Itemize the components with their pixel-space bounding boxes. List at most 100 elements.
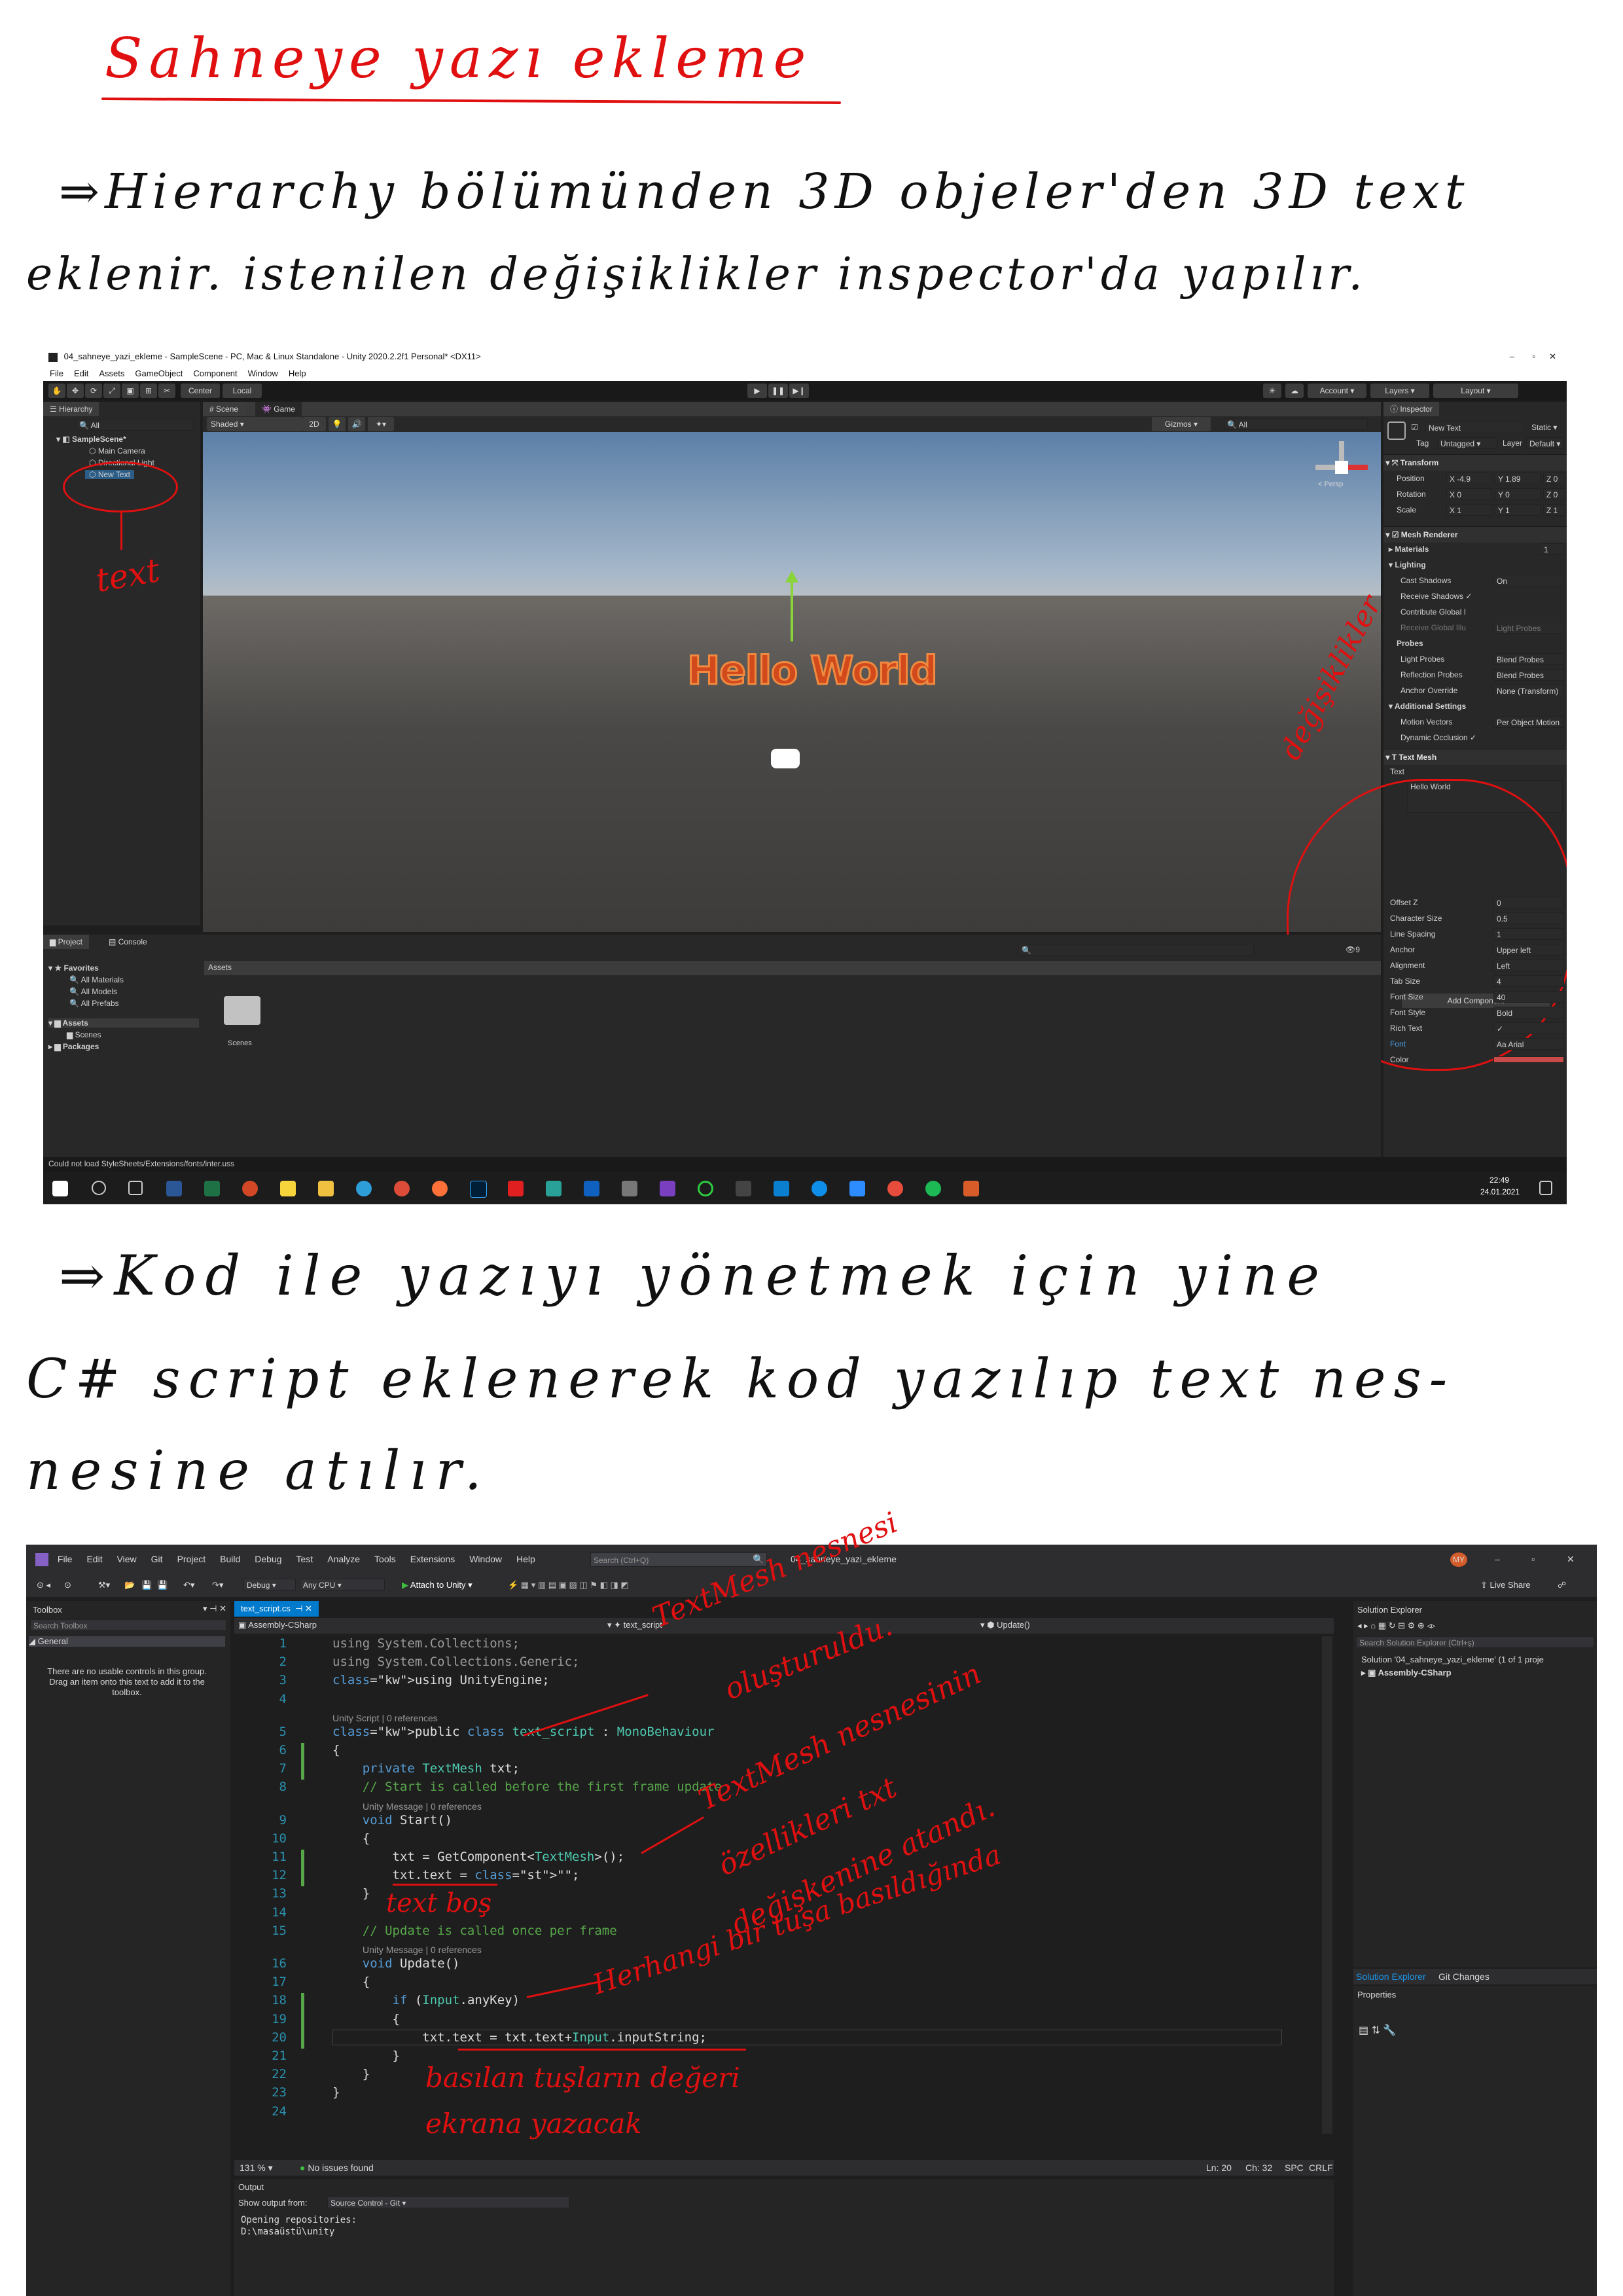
issues-indicator[interactable]: ● No issues found — [300, 2160, 374, 2176]
vs-menu-item[interactable]: Help — [516, 1554, 535, 1564]
tab-game[interactable]: 👾 Game — [255, 402, 302, 416]
receive-gi-dropdown[interactable]: Light Probes — [1493, 622, 1564, 634]
menu-edit[interactable]: Edit — [74, 368, 88, 378]
vs-search-box[interactable]: Search (Ctrl+Q) — [590, 1552, 767, 1567]
zoom-icon[interactable] — [849, 1181, 865, 1196]
scene-search[interactable]: 🔍 All — [1224, 418, 1368, 430]
indent-mode[interactable]: SPC — [1285, 2160, 1304, 2176]
layer-dropdown[interactable]: Default ▾ — [1526, 437, 1564, 449]
code-lens-hint[interactable]: Unity Message | 0 references — [363, 1945, 482, 1955]
code-line[interactable]: class="kw">public class text_script : Mo… — [332, 1725, 714, 1739]
maximize-button[interactable]: ▫ — [1532, 347, 1535, 367]
code-line[interactable]: using System.Collections; — [332, 1636, 520, 1651]
toolbox-pin-icon[interactable]: ▾ ⊣ ✕ — [203, 1604, 226, 1614]
menu-window[interactable]: Window — [248, 368, 278, 378]
close-button[interactable]: ✕ — [1549, 347, 1556, 367]
text-mesh-value[interactable]: Bold — [1493, 1007, 1564, 1018]
transform-tool-button[interactable]: ⊞ — [140, 384, 157, 398]
menu-assets[interactable]: Assets — [99, 368, 124, 378]
code-line[interactable]: txt.text = txt.text+Input.inputString; — [332, 2029, 1282, 2045]
file-explorer-icon[interactable] — [318, 1181, 334, 1196]
tab-solution-explorer[interactable]: Solution Explorer — [1356, 1971, 1426, 1982]
project-fav-item[interactable]: 🔍 All Models — [69, 987, 117, 996]
tab-project[interactable]: ▆ Project — [43, 935, 89, 949]
code-line[interactable]: { — [332, 1975, 370, 1989]
open-icon[interactable]: 📂 — [124, 1573, 135, 1597]
platform-dropdown[interactable]: Any CPU ▾ — [300, 1579, 385, 1590]
nav-class[interactable]: ▾ ✦ text_script — [607, 1620, 662, 1630]
project-search[interactable]: 🔍 — [1018, 944, 1254, 956]
tools-app-icon[interactable] — [622, 1181, 637, 1196]
vs-menu-item[interactable]: Tools — [374, 1554, 396, 1564]
code-line[interactable]: // Start is called before the first fram… — [332, 1780, 722, 1794]
spotify-icon[interactable] — [925, 1181, 941, 1196]
shading-dropdown[interactable]: Shaded ▾ — [207, 417, 302, 431]
search-icon[interactable] — [92, 1181, 106, 1195]
vs-minimize-button[interactable]: – — [1495, 1545, 1500, 1573]
word-icon[interactable] — [166, 1181, 182, 1196]
text-mesh-header[interactable]: ▾ T Text Mesh — [1383, 749, 1567, 765]
attach-unity-button[interactable]: ▶ Attach to Unity ▾ — [402, 1573, 473, 1597]
position-y[interactable]: Y 1.89 — [1495, 473, 1541, 484]
vs-menu-item[interactable]: Build — [220, 1554, 240, 1564]
text-mesh-value[interactable]: 1 — [1493, 928, 1564, 940]
rotate-tool-button[interactable]: ⟳ — [85, 384, 102, 398]
menu-help[interactable]: Help — [289, 368, 306, 378]
vs-menu-item[interactable]: View — [117, 1554, 137, 1564]
light-probes-dropdown[interactable]: Blend Probes — [1493, 653, 1564, 665]
pause-button[interactable]: ❚❚ — [768, 384, 788, 398]
photoshop-icon[interactable] — [470, 1181, 487, 1198]
tab-scene[interactable]: # Scene — [203, 402, 245, 416]
sticky-notes-icon[interactable] — [280, 1181, 296, 1196]
output-source-dropdown[interactable]: Source Control - Git ▾ — [327, 2197, 569, 2208]
menu-gameobject[interactable]: GameObject — [135, 368, 183, 378]
sourcetree-icon[interactable] — [774, 1181, 789, 1196]
text-mesh-value[interactable]: Left — [1493, 960, 1564, 971]
code-line[interactable]: private TextMesh txt; — [332, 1761, 520, 1776]
app-3-icon[interactable] — [546, 1181, 562, 1196]
vs-close-button[interactable]: ✕ — [1567, 1545, 1575, 1573]
mode-2d-button[interactable]: 2D — [302, 417, 326, 431]
vs-maximize-button[interactable]: ▫ — [1531, 1545, 1535, 1573]
text-mesh-value[interactable]: 0 — [1493, 897, 1564, 908]
code-lens-hint[interactable]: Unity Message | 0 references — [363, 1801, 482, 1812]
vs-menu-item[interactable]: Test — [296, 1554, 313, 1564]
code-line[interactable]: void Update() — [332, 1956, 460, 1971]
code-line[interactable]: // Update is called once per frame — [332, 1924, 617, 1938]
unity-taskbar-icon[interactable] — [736, 1181, 751, 1196]
position-z[interactable]: Z 0 — [1543, 473, 1565, 484]
vs-menu-item[interactable]: Analyze — [327, 1554, 360, 1564]
circle-app-icon[interactable] — [698, 1181, 713, 1196]
hierarchy-scene[interactable]: ▾ ◧ SampleScene* — [56, 435, 126, 444]
text-mesh-value[interactable]: 40 — [1493, 991, 1564, 1003]
layout-dropdown[interactable]: Layout ▾ — [1433, 384, 1518, 398]
project-asset-child[interactable]: ▆ Scenes — [67, 1030, 101, 1039]
text-mesh-value[interactable]: ✓ — [1493, 1022, 1564, 1034]
tab-hierarchy[interactable]: ☰ Hierarchy — [43, 402, 99, 416]
light-toggle-icon[interactable]: 💡 — [329, 417, 346, 431]
object-name-field[interactable]: New Text — [1425, 422, 1524, 433]
se-search[interactable]: Search Solution Explorer (Ctrl+ş) — [1356, 1636, 1594, 1648]
minimize-button[interactable]: – — [1510, 347, 1514, 367]
folder-label[interactable]: Scenes — [228, 1039, 252, 1047]
anchor-override-field[interactable]: None (Transform) — [1493, 685, 1564, 696]
rotation-x[interactable]: X 0 — [1446, 488, 1492, 500]
vs-menu-item[interactable]: Extensions — [410, 1554, 455, 1564]
se-solution[interactable]: Solution '04_sahneye_yazi_ekleme' (1 of … — [1361, 1655, 1544, 1664]
custom-tool-button[interactable]: ✂ — [158, 384, 175, 398]
cloud-button[interactable]: ☁ — [1285, 384, 1304, 398]
move-tool-button[interactable]: ✥ — [67, 384, 84, 398]
tag-dropdown[interactable]: Untagged ▾ — [1437, 437, 1497, 449]
materials-label[interactable]: ▸ Materials — [1389, 545, 1429, 554]
toolbox-search[interactable]: Search Toolbox — [30, 1619, 226, 1631]
nav-member[interactable]: ▾ ⬢ Update() — [980, 1620, 1030, 1630]
line-endings[interactable]: CRLF — [1309, 2160, 1333, 2176]
save-icon[interactable]: 💾 — [141, 1573, 152, 1597]
zoom-level[interactable]: 131 % ▾ — [240, 2160, 273, 2176]
feedback-icon[interactable]: ☍ — [1558, 1573, 1566, 1597]
code-line[interactable]: class="kw">using UnityEngine; — [332, 1673, 550, 1687]
scene-hello-world[interactable]: Hello World — [687, 647, 939, 695]
text-mesh-value[interactable]: Upper left — [1493, 944, 1564, 956]
code-line[interactable]: } — [332, 2085, 340, 2100]
chrome-icon[interactable] — [394, 1181, 410, 1196]
